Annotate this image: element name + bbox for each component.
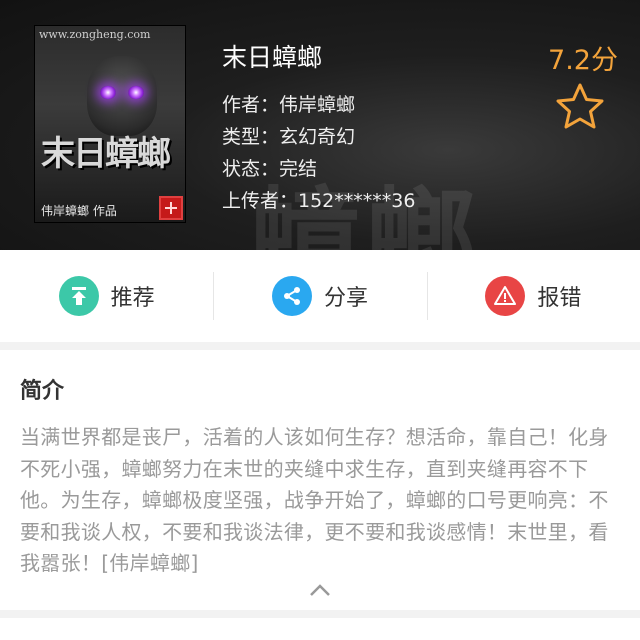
- book-header: 蟑螂 www.zongheng.com 末日蟑螂 伟岸蟑螂 作品 末日蟑螂 作者…: [0, 0, 640, 250]
- intro-section: 简介 当满世界都是丧尸，活着的人该如何生存？想活命，靠自己！化身不死小强，蟑螂努…: [0, 350, 640, 610]
- book-uploader: 上传者：152******36: [222, 190, 416, 212]
- report-error-button[interactable]: 报错: [426, 250, 640, 342]
- next-section-edge: [0, 618, 640, 640]
- book-title: 末日蟑螂: [222, 43, 323, 72]
- warning-icon: [485, 276, 526, 316]
- book-rating: 7.2分: [548, 45, 618, 76]
- book-cover[interactable]: www.zongheng.com 末日蟑螂 伟岸蟑螂 作品: [34, 25, 186, 223]
- cover-site-text: www.zongheng.com: [39, 28, 151, 41]
- cover-skull-image: [87, 56, 157, 136]
- intro-text: 当满世界都是丧尸，活着的人该如何生存？想活命，靠自己！化身不死小强，蟑螂努力在末…: [20, 425, 609, 575]
- report-error-label: 报错: [537, 286, 582, 311]
- recommend-up-icon: [58, 276, 99, 316]
- book-status: 状态：完结: [222, 158, 318, 180]
- action-bar: 推荐 分享 报错: [0, 250, 640, 342]
- recommend-label: 推荐: [110, 286, 155, 311]
- expand-chevron-up-icon[interactable]: [309, 582, 331, 596]
- skull-eye-right: [128, 86, 144, 99]
- cover-title-text: 末日蟑螂: [41, 134, 171, 174]
- book-author: 作者：伟岸蟑螂: [222, 94, 356, 116]
- intro-heading: 简介: [20, 379, 65, 404]
- favorite-star-icon[interactable]: [554, 82, 606, 130]
- recommend-button[interactable]: 推荐: [0, 250, 213, 342]
- skull-eye-left: [100, 86, 116, 99]
- share-label: 分享: [323, 286, 368, 311]
- cover-author-text: 伟岸蟑螂 作品: [41, 204, 117, 218]
- share-button[interactable]: 分享: [213, 250, 426, 342]
- share-icon: [271, 276, 312, 316]
- book-category: 类型：玄幻奇幻: [222, 126, 356, 148]
- cover-stamp-icon: [159, 196, 183, 220]
